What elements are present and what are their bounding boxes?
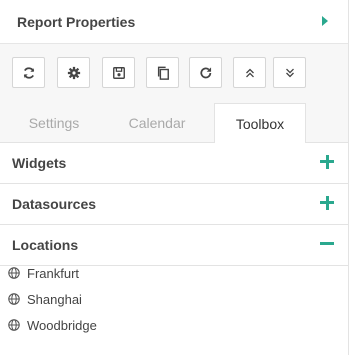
globe-icon xyxy=(8,293,20,305)
tab-settings[interactable]: Settings xyxy=(0,103,108,143)
panel-header[interactable]: Report Properties xyxy=(0,0,348,44)
globe-icon xyxy=(8,319,20,331)
location-item[interactable]: Shanghai xyxy=(8,289,82,309)
section-label: Locations xyxy=(12,237,79,253)
chevrons-down-icon xyxy=(285,68,294,77)
location-name: Frankfurt xyxy=(27,265,80,281)
expand-all-button[interactable] xyxy=(233,57,266,88)
section-locations[interactable]: Locations xyxy=(0,225,348,266)
report-properties-panel: Report Properties Settings Calendar Tool… xyxy=(0,0,349,355)
collapse-all-button[interactable] xyxy=(273,57,306,88)
tab-toolbox[interactable]: Toolbox xyxy=(214,103,306,144)
section-label: Datasources xyxy=(12,196,97,212)
copy-button[interactable] xyxy=(146,57,179,88)
redo-button[interactable] xyxy=(189,57,222,88)
save-icon xyxy=(112,66,125,79)
section-label: Widgets xyxy=(12,155,67,171)
section-widgets[interactable]: Widgets xyxy=(0,143,348,184)
section-datasources[interactable]: Datasources xyxy=(0,184,348,225)
plus-icon[interactable] xyxy=(320,196,334,210)
plus-icon[interactable] xyxy=(320,155,334,169)
minus-icon[interactable] xyxy=(320,237,334,251)
globe-icon xyxy=(8,267,20,279)
location-name: Shanghai xyxy=(27,291,82,307)
expand-arrow-icon[interactable] xyxy=(322,16,328,26)
chevrons-up-icon xyxy=(245,68,254,77)
gear-icon xyxy=(67,66,80,79)
tab-calendar[interactable]: Calendar xyxy=(108,103,206,143)
redo-icon xyxy=(199,66,211,78)
location-item[interactable]: Woodbridge xyxy=(8,315,97,335)
refresh-icon xyxy=(23,66,34,79)
save-button[interactable] xyxy=(102,57,135,88)
location-item[interactable]: Frankfurt xyxy=(8,263,79,283)
refresh-button[interactable] xyxy=(12,57,45,88)
copy-icon xyxy=(157,66,169,80)
tab-bar: Settings Calendar Toolbox xyxy=(0,103,348,144)
toolbar xyxy=(0,44,348,103)
settings-button[interactable] xyxy=(57,57,90,88)
location-name: Woodbridge xyxy=(27,317,97,333)
panel-title: Report Properties xyxy=(17,14,136,30)
